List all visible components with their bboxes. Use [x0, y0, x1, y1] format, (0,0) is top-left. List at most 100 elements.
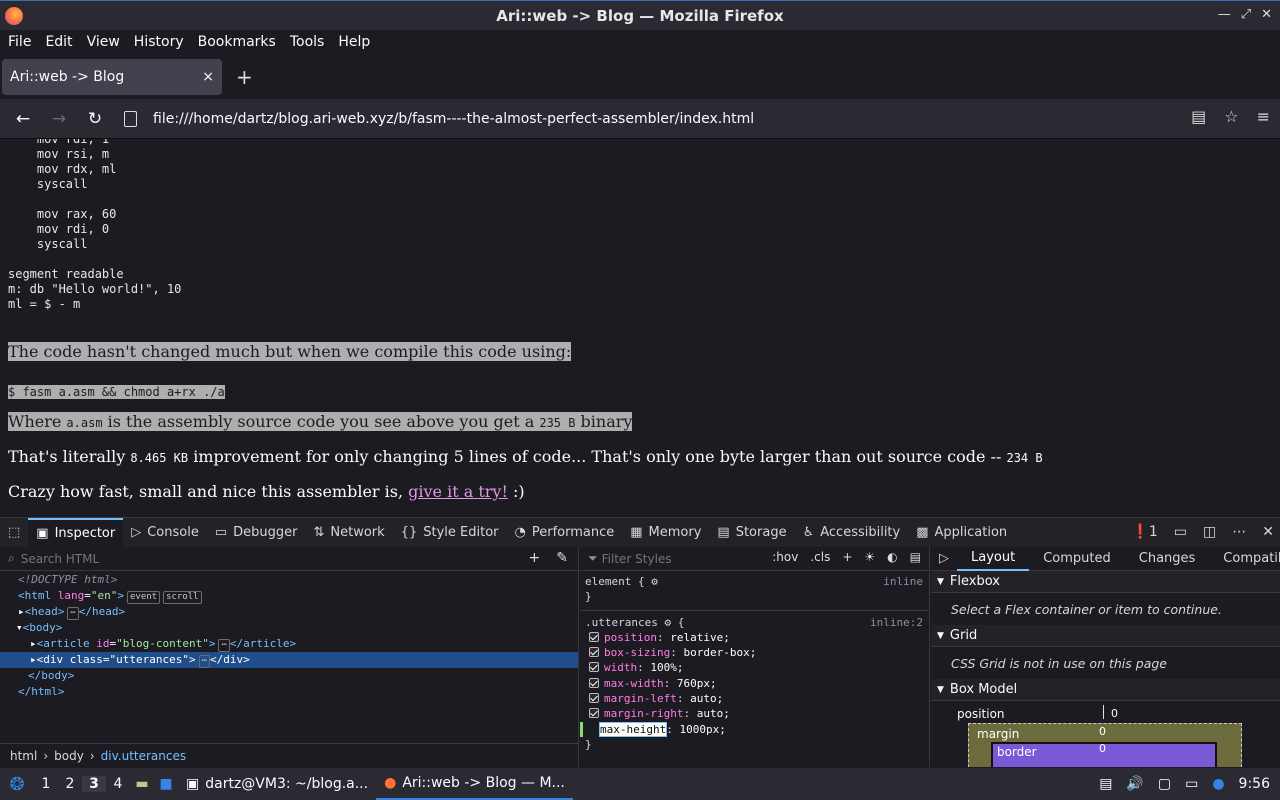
hov-toggle[interactable]: :hov	[772, 550, 798, 564]
property-value[interactable]: auto;	[697, 707, 730, 720]
menu-tools[interactable]: Tools	[290, 34, 325, 50]
tab-inspector[interactable]: ▣ Inspector	[28, 517, 124, 548]
workspace-4[interactable]: 4	[106, 776, 130, 792]
property-name[interactable]: box-sizing	[604, 646, 670, 659]
tab-memory[interactable]: ▦ Memory	[622, 518, 709, 548]
menu-view[interactable]: View	[87, 34, 120, 50]
tab-compatibility[interactable]: Compatibility	[1209, 547, 1280, 571]
tab-changes[interactable]: Changes	[1125, 547, 1210, 571]
add-rule-icon[interactable]: +	[842, 550, 852, 564]
position-value[interactable]: 0	[1111, 707, 1118, 720]
notes-icon[interactable]: ▢	[1158, 776, 1171, 792]
forward-button[interactable]: →	[41, 109, 77, 129]
element-picker-icon[interactable]: ⬚	[0, 518, 28, 548]
property-value[interactable]: auto;	[690, 692, 723, 705]
url-bar[interactable]: file:///home/dartz/blog.ari-web.xyz/b/fa…	[120, 104, 1270, 134]
file-manager-icon[interactable]: ▬	[130, 776, 154, 792]
declaration-checkbox[interactable]	[589, 647, 599, 658]
error-badge[interactable]: ❗1	[1131, 524, 1157, 540]
dark-theme-icon[interactable]: ◐	[887, 550, 897, 564]
tab-console[interactable]: ▷ Console	[123, 518, 207, 548]
add-node-icon[interactable]: +	[529, 550, 541, 566]
declaration-checkbox[interactable]	[589, 631, 599, 642]
flexbox-section[interactable]: ▼ Flexbox	[931, 571, 1280, 593]
dock-side-icon[interactable]: ◫	[1203, 524, 1216, 540]
declaration-checkbox[interactable]	[589, 662, 599, 673]
workspace-1[interactable]: 1	[34, 776, 58, 792]
head-node[interactable]: ▸<head> ⋯ </head>	[0, 604, 578, 620]
menu-help[interactable]: Help	[338, 34, 370, 50]
html-close-node[interactable]: </html>	[0, 684, 578, 700]
tab-application[interactable]: ▩ Application	[908, 518, 1015, 548]
breadcrumb-div-utterances[interactable]: div.utterances	[101, 749, 186, 763]
workspace-3[interactable]: 3	[82, 776, 106, 792]
close-devtools-icon[interactable]: ✕	[1262, 524, 1274, 540]
body-node[interactable]: ▾<body>	[0, 620, 578, 636]
reload-button[interactable]: ↻	[77, 109, 113, 129]
light-theme-icon[interactable]: ☀	[864, 550, 875, 564]
menu-bookmarks[interactable]: Bookmarks	[198, 34, 276, 50]
maximize-icon[interactable]: ⤢	[1241, 7, 1251, 22]
property-value[interactable]: 760px;	[677, 677, 717, 690]
html-node[interactable]: <html lang="en"> event scroll	[0, 588, 578, 604]
collapse-arrow-icon[interactable]: ▾	[16, 621, 23, 634]
print-media-icon[interactable]: ▤	[910, 550, 921, 564]
tab-storage[interactable]: ▤ Storage	[709, 518, 794, 548]
expand-arrow-icon[interactable]: ▸	[30, 637, 37, 650]
declaration-checkbox[interactable]	[589, 693, 599, 704]
responsive-design-icon[interactable]: ▭	[1174, 524, 1187, 540]
menu-edit[interactable]: Edit	[45, 34, 72, 50]
tab-blog[interactable]: Ari::web -> Blog ×	[2, 58, 222, 95]
property-name[interactable]: position	[604, 631, 657, 644]
eyedropper-icon[interactable]: ✎	[556, 550, 568, 566]
property-name[interactable]: margin-right	[604, 707, 683, 720]
expand-arrow-icon[interactable]: ▸	[30, 653, 37, 666]
tab-layout[interactable]: Layout	[957, 547, 1030, 571]
task-firefox[interactable]: ● Ari::web -> Blog — M...	[376, 768, 573, 800]
property-name[interactable]: margin-left	[604, 692, 677, 705]
article-node[interactable]: ▸<article id="blog-content"> ⋯ </article>	[0, 636, 578, 652]
tab-accessibility[interactable]: ♿ Accessibility	[795, 518, 909, 548]
grid-section[interactable]: ▼ Grid	[931, 625, 1280, 647]
back-button[interactable]: ←	[5, 109, 41, 129]
tab-computed[interactable]: Computed	[1029, 547, 1125, 571]
app-menu-icon[interactable]: ≡	[1257, 107, 1270, 126]
tab-style-editor[interactable]: {} Style Editor	[393, 518, 507, 548]
gear-icon[interactable]: ⚙	[664, 616, 671, 629]
tab-debugger[interactable]: ▭ Debugger	[207, 518, 306, 548]
tab-network[interactable]: ⇅ Network	[306, 518, 393, 548]
notification-icon[interactable]: ●	[1212, 776, 1224, 792]
property-value[interactable]: 100%;	[650, 661, 683, 674]
try-it-link[interactable]: give it a try!	[408, 482, 508, 501]
scroll-badge[interactable]: scroll	[163, 591, 202, 604]
volume-icon[interactable]: 🔊	[1126, 776, 1143, 792]
minimize-icon[interactable]: —	[1218, 7, 1231, 22]
start-menu-icon[interactable]: ❂	[0, 774, 34, 795]
workspace-2[interactable]: 2	[58, 776, 82, 792]
border-value[interactable]: 0	[1099, 742, 1106, 755]
breadcrumb-body[interactable]: body	[54, 749, 84, 763]
declaration-checkbox[interactable]	[589, 708, 599, 719]
box-model-section[interactable]: ▼ Box Model	[931, 679, 1280, 701]
task-terminal[interactable]: ▣ dartz@VM3: ~/blog.a...	[178, 768, 376, 800]
new-tab-button[interactable]: +	[236, 65, 253, 89]
clock[interactable]: 9:56	[1239, 776, 1270, 792]
search-html-input[interactable]	[20, 551, 421, 566]
div-utterances-node[interactable]: ▸<div class="utterances"> ⋯ </div>	[0, 652, 578, 668]
network-tray-icon[interactable]: ▭	[1185, 776, 1198, 792]
menu-history[interactable]: History	[134, 34, 184, 50]
menu-file[interactable]: File	[8, 34, 31, 50]
breadcrumb-html[interactable]: html	[10, 749, 37, 763]
clipboard-icon[interactable]: ▤	[1099, 776, 1112, 792]
expand-arrow-icon[interactable]: ▸	[18, 605, 25, 618]
bookmark-star-icon[interactable]: ☆	[1224, 107, 1238, 126]
tab-performance[interactable]: ◔ Performance	[507, 518, 623, 548]
property-name[interactable]: max-width	[604, 677, 664, 690]
gear-icon[interactable]: ⚙	[651, 575, 658, 588]
show-desktop-icon[interactable]: ■	[154, 776, 178, 792]
sidebar-toggle-icon[interactable]: ▷	[931, 551, 957, 566]
cls-toggle[interactable]: .cls	[810, 550, 830, 564]
property-value[interactable]: relative;	[670, 631, 730, 644]
page-info-icon[interactable]	[124, 111, 137, 127]
doctype-node[interactable]: <!DOCTYPE html>	[0, 572, 578, 588]
